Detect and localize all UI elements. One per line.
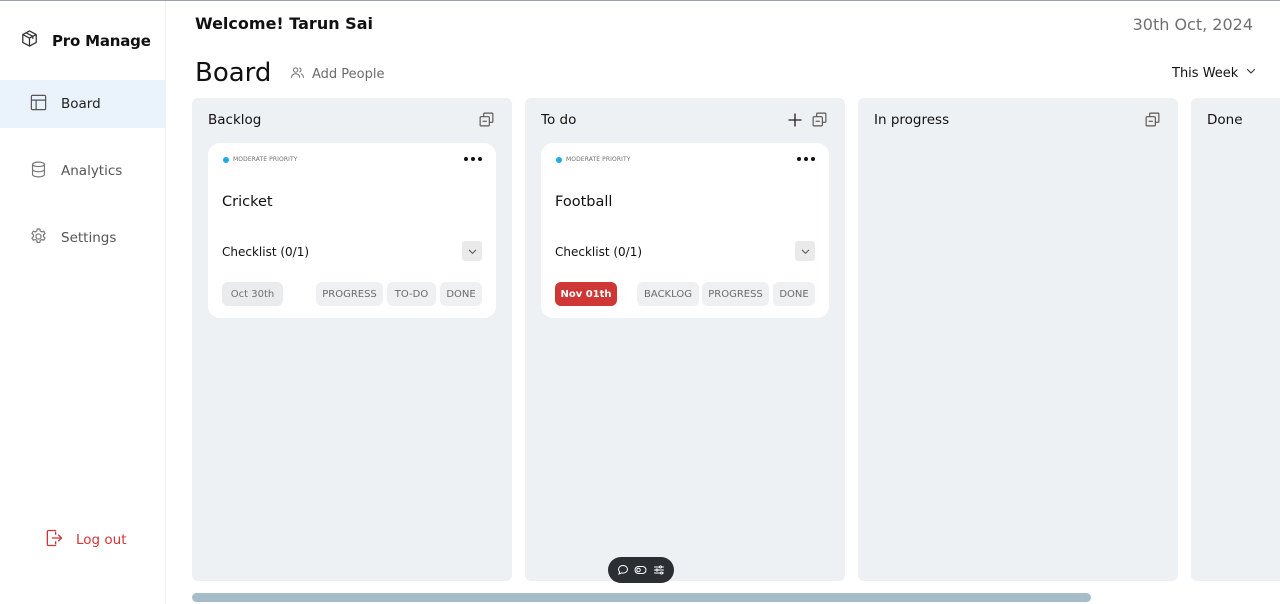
collapse-all-icon[interactable] (478, 111, 495, 128)
gear-icon (29, 227, 48, 250)
time-filter-dropdown[interactable]: This Week (1172, 65, 1257, 81)
move-to-progress-button[interactable]: PROGRESS (316, 282, 383, 306)
cube-logo-icon (20, 29, 39, 52)
move-to-done-button[interactable]: DONE (440, 282, 482, 306)
logout-label: Log out (76, 532, 127, 548)
priority-dot-icon (556, 156, 562, 163)
due-date-badge: Oct 30th (222, 282, 283, 306)
sidebar: Pro Manage Board Analytics Settings Log … (0, 1, 166, 604)
column-todo: To do MODERATE PRIORITY Football Checkli… (525, 98, 845, 581)
column-title: To do (541, 112, 577, 128)
priority-text: MODERATE PRIORITY (233, 156, 298, 163)
app-name: Pro Manage (52, 31, 151, 50)
sidebar-item-settings[interactable]: Settings (0, 214, 166, 262)
checklist-label: Checklist (0/1) (555, 245, 643, 259)
people-icon (290, 65, 305, 84)
column-done: Done (1191, 98, 1280, 581)
move-to-todo-button[interactable]: TO-DO (387, 282, 436, 306)
collapse-all-icon[interactable] (1144, 111, 1161, 128)
move-to-backlog-button[interactable]: BACKLOG (637, 282, 699, 306)
column-title: Backlog (208, 112, 262, 128)
task-title: Cricket (222, 194, 273, 210)
chevron-down-icon (800, 242, 811, 261)
move-to-progress-button[interactable]: PROGRESS (702, 282, 769, 306)
checklist-label: Checklist (0/1) (222, 245, 310, 259)
add-people-label: Add People (312, 67, 385, 82)
toggle-icon[interactable] (634, 564, 647, 576)
priority-label: MODERATE PRIORITY (556, 156, 631, 163)
task-card[interactable]: MODERATE PRIORITY Football Checklist (0/… (541, 143, 829, 318)
expand-checklist-button[interactable] (462, 241, 482, 261)
comment-icon[interactable] (617, 564, 629, 576)
column-title: Done (1207, 112, 1243, 128)
top-border (0, 0, 1280, 1)
database-icon (29, 160, 48, 183)
priority-dot-icon (223, 156, 229, 163)
sidebar-item-analytics[interactable]: Analytics (0, 147, 166, 195)
column-actions (478, 111, 495, 128)
expand-checklist-button[interactable] (795, 241, 815, 261)
move-to-done-button[interactable]: DONE (773, 282, 815, 306)
filter-label: This Week (1172, 65, 1239, 81)
priority-text: MODERATE PRIORITY (566, 156, 631, 163)
page-title: Board (195, 58, 272, 88)
column-backlog: Backlog MODERATE PRIORITY Cricket Checkl… (192, 98, 512, 581)
welcome-message: Welcome! Tarun Sai (195, 14, 373, 33)
more-options-icon[interactable] (797, 155, 815, 163)
task-title: Football (555, 194, 613, 210)
column-title: In progress (874, 112, 950, 128)
brand: Pro Manage (20, 29, 151, 52)
sliders-icon[interactable] (653, 564, 665, 576)
add-task-icon[interactable] (787, 112, 803, 128)
chevron-down-icon (467, 242, 478, 261)
sidebar-item-label: Analytics (61, 163, 123, 179)
more-options-icon[interactable] (464, 155, 482, 163)
board-layout-icon (29, 93, 48, 116)
column-actions (1144, 111, 1161, 128)
task-card[interactable]: MODERATE PRIORITY Cricket Checklist (0/1… (208, 143, 496, 318)
column-actions (787, 111, 828, 128)
floating-toolbar (608, 557, 674, 583)
due-date-badge: Nov 01th (555, 282, 617, 306)
sidebar-item-label: Board (61, 96, 101, 112)
column-in-progress: In progress (858, 98, 1178, 581)
scrollbar-thumb[interactable] (192, 593, 1091, 602)
current-date: 30th Oct, 2024 (1132, 15, 1253, 34)
logout-icon (44, 528, 64, 552)
collapse-all-icon[interactable] (811, 111, 828, 128)
sidebar-item-board[interactable]: Board (0, 80, 166, 128)
logout-button[interactable]: Log out (44, 528, 127, 552)
chevron-down-icon (1245, 65, 1257, 81)
add-people-button[interactable]: Add People (290, 65, 385, 84)
priority-label: MODERATE PRIORITY (223, 156, 298, 163)
sidebar-item-label: Settings (61, 230, 117, 246)
horizontal-scrollbar[interactable] (192, 593, 1280, 602)
